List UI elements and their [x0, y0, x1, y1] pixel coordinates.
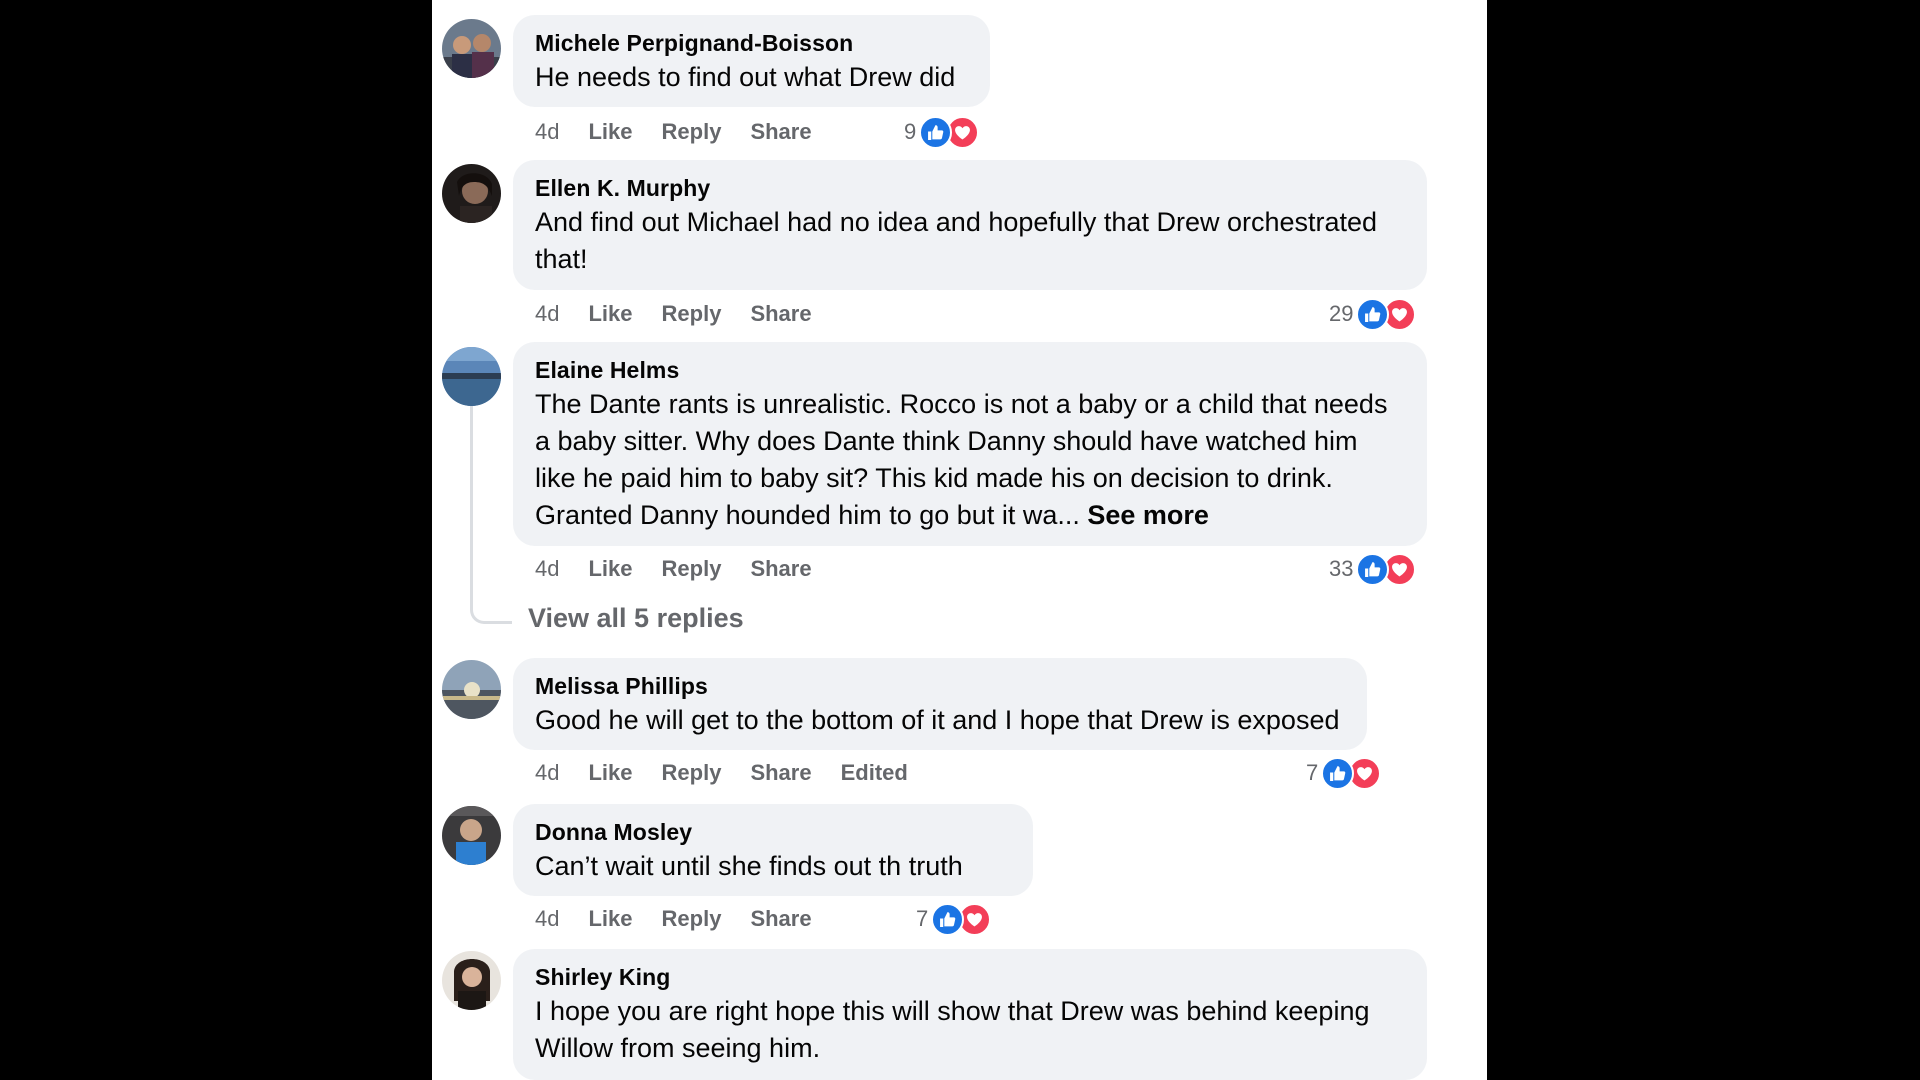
- comment-author[interactable]: Shirley King: [535, 963, 1405, 991]
- avatar[interactable]: [442, 164, 501, 223]
- reaction-count: 29: [1329, 301, 1354, 326]
- like-button[interactable]: Like: [588, 301, 632, 327]
- comment-time[interactable]: 4d: [535, 906, 559, 932]
- comment-text: The Dante rants is unrealistic. Rocco is…: [535, 386, 1405, 534]
- comment-author[interactable]: Michele Perpignand-Boisson: [535, 29, 968, 57]
- thumbs-up-icon: [1356, 297, 1390, 331]
- reply-button[interactable]: Reply: [662, 301, 722, 327]
- comment-time[interactable]: 4d: [535, 556, 559, 582]
- comment-text: And find out Michael had no idea and hop…: [535, 207, 1378, 274]
- comment-bubble: Shirley King I hope you are right hope t…: [513, 949, 1427, 1080]
- avatar[interactable]: [442, 347, 501, 406]
- comment-bubble: Ellen K. Murphy And find out Michael had…: [513, 160, 1427, 290]
- comment-text: Good he will get to the bottom of it and…: [535, 705, 1340, 735]
- reply-button[interactable]: Reply: [662, 119, 722, 145]
- avatar-image: [442, 347, 501, 406]
- reaction-count: 7: [916, 906, 929, 931]
- avatar-image: [442, 164, 501, 223]
- edited-label[interactable]: Edited: [841, 760, 908, 786]
- like-button[interactable]: Like: [588, 760, 632, 786]
- avatar[interactable]: [442, 951, 501, 1010]
- avatar-image: [442, 951, 501, 1010]
- comment-bubble: Elaine Helms The Dante rants is unrealis…: [513, 342, 1427, 546]
- avatar[interactable]: [442, 660, 501, 719]
- comment-author[interactable]: Ellen K. Murphy: [535, 174, 1405, 202]
- comment-time[interactable]: 4d: [535, 119, 559, 145]
- thumbs-up-icon: [931, 902, 965, 936]
- share-button[interactable]: Share: [750, 906, 811, 932]
- avatar-image: [442, 19, 501, 78]
- comment-actions: 4d Like Reply Share Edited: [535, 757, 937, 789]
- comment-author[interactable]: Melissa Phillips: [535, 672, 1345, 700]
- like-button[interactable]: Like: [588, 906, 632, 932]
- thumbs-up-icon: [1356, 552, 1390, 586]
- reactions[interactable]: 33: [1329, 552, 1417, 586]
- comment-author[interactable]: Elaine Helms: [535, 356, 1405, 384]
- comment-author[interactable]: Donna Mosley: [535, 818, 1011, 846]
- see-more-link[interactable]: See more: [1087, 500, 1209, 530]
- avatar[interactable]: [442, 19, 501, 78]
- avatar-image: [442, 806, 501, 865]
- share-button[interactable]: Share: [750, 760, 811, 786]
- comment-text: Can’t wait until she finds out th truth: [535, 851, 963, 881]
- avatar-image: [442, 660, 501, 719]
- comment-actions: 4d Like Reply Share: [535, 116, 841, 148]
- thumbs-up-icon: [919, 115, 953, 149]
- comment-actions: 4d Like Reply Share: [535, 298, 841, 330]
- reactions[interactable]: 7: [916, 902, 992, 936]
- comment-text-body: The Dante rants is unrealistic. Rocco is…: [535, 389, 1388, 530]
- like-button[interactable]: Like: [588, 556, 632, 582]
- thumbs-up-icon: [1321, 756, 1355, 790]
- share-button[interactable]: Share: [750, 556, 811, 582]
- reply-button[interactable]: Reply: [662, 760, 722, 786]
- reactions[interactable]: 7: [1306, 756, 1382, 790]
- comment-time[interactable]: 4d: [535, 760, 559, 786]
- reply-button[interactable]: Reply: [662, 906, 722, 932]
- reaction-count: 33: [1329, 556, 1354, 581]
- view-replies-link[interactable]: View all 5 replies: [528, 603, 744, 634]
- comment-text: I hope you are right hope this will show…: [535, 996, 1370, 1063]
- comment-bubble: Donna Mosley Can’t wait until she finds …: [513, 804, 1033, 896]
- reactions[interactable]: 29: [1329, 297, 1417, 331]
- share-button[interactable]: Share: [750, 301, 811, 327]
- comment-time[interactable]: 4d: [535, 301, 559, 327]
- avatar[interactable]: [442, 806, 501, 865]
- comments-panel: Michele Perpignand-Boisson He needs to f…: [432, 0, 1487, 1080]
- reactions[interactable]: 9: [904, 115, 980, 149]
- reaction-count: 7: [1306, 760, 1319, 785]
- comment-bubble: Melissa Phillips Good he will get to the…: [513, 658, 1367, 750]
- reaction-count: 9: [904, 119, 917, 144]
- comment-actions: 4d Like Reply Share: [535, 903, 841, 935]
- comment-actions: 4d Like Reply Share: [535, 553, 841, 585]
- comment-text: He needs to find out what Drew did: [535, 62, 956, 92]
- comment-bubble: Michele Perpignand-Boisson He needs to f…: [513, 15, 990, 107]
- share-button[interactable]: Share: [750, 119, 811, 145]
- like-button[interactable]: Like: [588, 119, 632, 145]
- reply-button[interactable]: Reply: [662, 556, 722, 582]
